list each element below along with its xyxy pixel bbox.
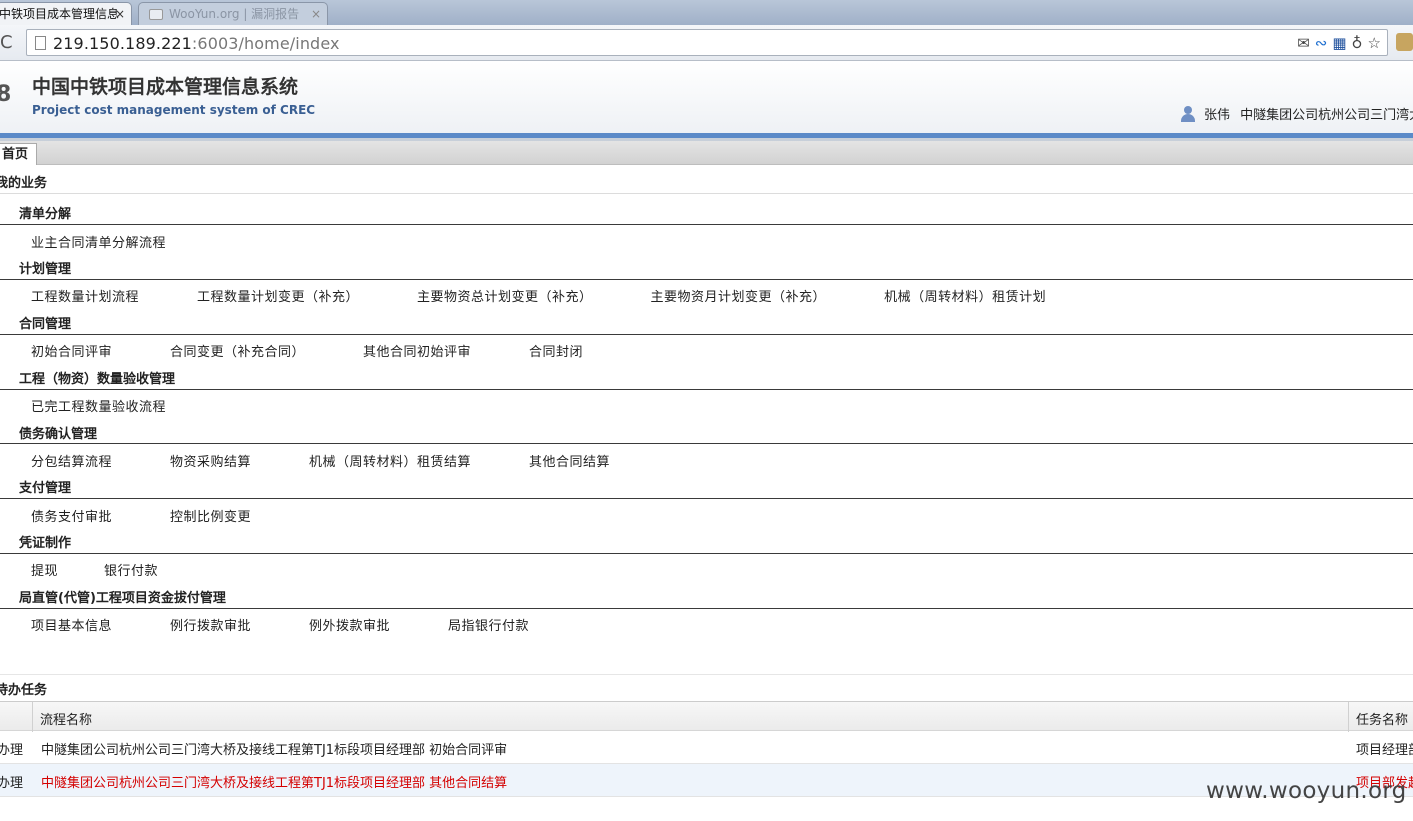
group-divider (0, 279, 1413, 280)
tab-favicon-icon (149, 9, 163, 20)
bookmark-star-icon[interactable]: ☆ (1368, 34, 1381, 52)
mail-icon[interactable]: ✉ (1297, 34, 1310, 52)
task-name: 项目经理部 (1356, 743, 1413, 758)
business-link[interactable]: 主要物资总计划变更（补充） (417, 290, 593, 305)
toolbar-extension-icon[interactable] (1396, 33, 1413, 51)
browser-tabstrip: 中铁项目成本管理信息 × WooYun.org | 漏洞报告 × (0, 0, 1413, 25)
group-divider (0, 224, 1413, 225)
group-divider (0, 443, 1413, 444)
group-title: 局直管(代管)工程项目资金拔付管理 (19, 591, 226, 606)
link-row: 工程数量计划流程 工程数量计划变更（补充） 主要物资总计划变更（补充） 主要物资月计划… (31, 286, 1104, 305)
business-link[interactable]: 银行付款 (104, 564, 158, 579)
group-divider (0, 334, 1413, 335)
tab-title: 中铁项目成本管理信息 (0, 7, 120, 21)
group-title: 工程（物资）数量验收管理 (19, 372, 176, 387)
aspnet-icon[interactable]: ▦ (1332, 34, 1346, 52)
logo: 8 (0, 82, 12, 107)
business-link[interactable]: 业主合同清单分解流程 (31, 236, 166, 251)
app-title: 中国中铁项目成本管理信息系统 (32, 76, 299, 98)
business-link[interactable]: 例外拨款审批 (309, 619, 390, 634)
group-divider (0, 389, 1413, 390)
business-link[interactable]: 初始合同评审 (31, 345, 112, 360)
group-divider (0, 498, 1413, 499)
group-title: 合同管理 (19, 317, 72, 332)
browser-toolbar: C 219.150.189.221:6003/home/index ✉ ∾ ▦ ♁ ☆ (0, 25, 1413, 61)
column-divider (32, 702, 33, 732)
bulb-icon[interactable]: ♁ (1352, 34, 1363, 52)
link-row: 已完工程数量验收流程 (31, 396, 224, 415)
section-divider (0, 193, 1413, 194)
business-link[interactable]: 项目基本信息 (31, 619, 112, 634)
user-icon (1180, 106, 1196, 122)
section-divider (0, 674, 1413, 675)
group-divider (0, 553, 1413, 554)
flow-name[interactable]: 中隧集团公司杭州公司三门湾大桥及接线工程第TJ1标段项目经理部 初始合同评审 (41, 739, 507, 758)
tab-close-icon[interactable]: × (115, 3, 125, 25)
link-row: 债务支付审批 控制比例变更 (31, 506, 309, 525)
table-row: 办理 中隧集团公司杭州公司三门湾大桥及接线工程第TJ1标段项目经理部 其他合同结… (0, 764, 1413, 797)
tab-close-icon[interactable]: × (311, 3, 321, 25)
column-header-flow[interactable]: 流程名称 (40, 709, 92, 728)
omnibox-icons: ✉ ∾ ▦ ♁ ☆ (1292, 34, 1381, 52)
group-title: 计划管理 (19, 262, 72, 277)
business-link[interactable]: 工程数量计划流程 (31, 290, 139, 305)
link-row: 业主合同清单分解流程 (31, 232, 224, 251)
browser-tab-active[interactable]: 中铁项目成本管理信息 × (0, 2, 132, 25)
business-link[interactable]: 物资采购结算 (170, 455, 251, 470)
flow-name[interactable]: 中隧集团公司杭州公司三门湾大桥及接线工程第TJ1标段项目经理部 其他合同结算 (41, 772, 507, 791)
reload-icon[interactable]: C (0, 32, 13, 53)
handle-link[interactable]: 办理 (0, 772, 23, 791)
group-title: 凭证制作 (19, 536, 72, 551)
link-row: 初始合同评审 合同变更（补充合同） 其他合同初始评审 合同封闭 (31, 341, 641, 360)
user-name: 张伟 (1204, 108, 1231, 123)
user-org: 中隧集团公司杭州公司三门湾大 (1240, 108, 1413, 123)
business-link[interactable]: 分包结算流程 (31, 455, 112, 470)
link-row: 分包结算流程 物资采购结算 机械（周转材料）租赁结算 其他合同结算 (31, 451, 668, 470)
extension-icon[interactable]: ∾ (1315, 34, 1328, 52)
link-row: 项目基本信息 例行拨款审批 例外拨款审批 局指银行付款 (31, 615, 587, 634)
app-header: 8 中国中铁项目成本管理信息系统 Project cost management… (0, 62, 1413, 134)
column-divider (1348, 702, 1349, 732)
business-link[interactable]: 例行拨款审批 (170, 619, 251, 634)
business-link[interactable]: 机械（周转材料）租赁结算 (309, 455, 471, 470)
business-link[interactable]: 其他合同初始评审 (363, 345, 471, 360)
business-link[interactable]: 提现 (31, 564, 58, 579)
group-divider (0, 608, 1413, 609)
page-tab-bar: 首页 (0, 141, 1413, 165)
business-link[interactable]: 合同封闭 (529, 345, 583, 360)
table-row: 办理 中隧集团公司杭州公司三门湾大桥及接线工程第TJ1标段项目经理部 初始合同评… (0, 731, 1413, 764)
app-subtitle: Project cost management system of CREC (32, 103, 316, 117)
business-link[interactable]: 工程数量计划变更（补充） (197, 290, 359, 305)
group-title: 债务确认管理 (19, 427, 98, 442)
group-title: 支付管理 (19, 481, 72, 496)
url-text[interactable]: 219.150.189.221:6003/home/index (53, 34, 340, 53)
link-row: 提现 银行付款 (31, 560, 216, 579)
business-heading: 我的业务 (0, 176, 48, 191)
business-link[interactable]: 已完工程数量验收流程 (31, 400, 166, 415)
business-link[interactable]: 合同变更（补充合同） (170, 345, 305, 360)
user-info: 张伟 中隧集团公司杭州公司三门湾大 (1180, 104, 1413, 123)
address-bar[interactable]: 219.150.189.221:6003/home/index ✉ ∾ ▦ ♁ ☆ (26, 29, 1388, 56)
watermark: www.wooyun.org (1206, 778, 1407, 804)
browser-tab-inactive[interactable]: WooYun.org | 漏洞报告 × (138, 2, 328, 25)
business-link[interactable]: 其他合同结算 (529, 455, 610, 470)
business-link[interactable]: 控制比例变更 (170, 510, 251, 525)
handle-link[interactable]: 办理 (0, 739, 23, 758)
todo-heading: 待办任务 (0, 683, 48, 698)
business-link[interactable]: 机械（周转材料）租赁计划 (884, 290, 1046, 305)
group-title: 清单分解 (19, 207, 72, 222)
column-header-task[interactable]: 任务名称 (1356, 709, 1408, 728)
todo-table-header: 流程名称 任务名称 (0, 701, 1413, 732)
business-link[interactable]: 债务支付审批 (31, 510, 112, 525)
tab-title: WooYun.org | 漏洞报告 (169, 7, 300, 21)
business-link[interactable]: 局指银行付款 (448, 619, 529, 634)
page-icon (35, 36, 46, 50)
tab-home[interactable]: 首页 (0, 143, 37, 165)
business-link[interactable]: 主要物资月计划变更（补充） (651, 290, 827, 305)
